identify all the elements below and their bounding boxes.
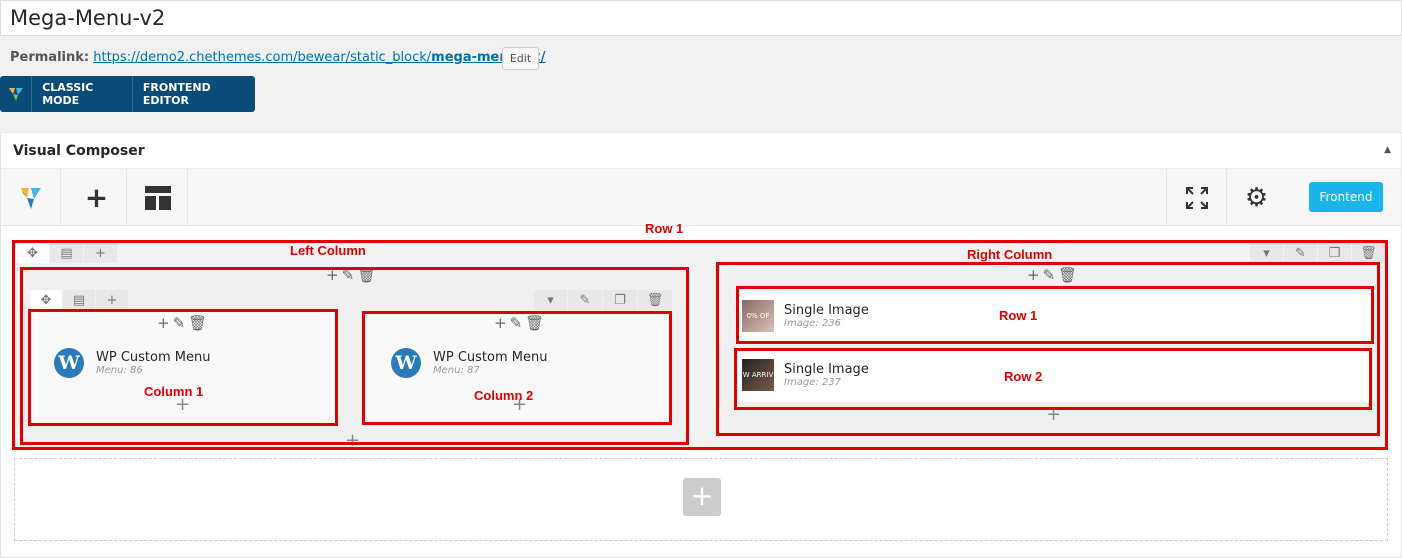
annotation-box-column-1 (28, 309, 338, 426)
frontend-editor-button[interactable]: FRONTEND EDITOR (131, 76, 255, 112)
collapse-arrow-icon[interactable]: ▲ (1384, 145, 1391, 155)
annotation-box-right-row-2 (734, 348, 1372, 410)
fullscreen-icon (1185, 186, 1208, 209)
vc-logo-icon (0, 76, 31, 112)
annotation-box-right-row-1 (736, 286, 1374, 344)
settings-button[interactable]: ⚙ (1226, 169, 1286, 226)
gear-icon: ⚙ (1244, 182, 1269, 213)
annotation-label-left-column: Left Column (290, 243, 366, 258)
post-title-input[interactable]: Mega-Menu-v2 (0, 0, 1402, 36)
classic-mode-button[interactable]: CLASSIC MODE (31, 76, 132, 112)
permalink-link[interactable]: https://demo2.chethemes.com/bewear/stati… (93, 50, 545, 65)
vc-panel-title: Visual Composer (13, 143, 145, 159)
annotation-label-right-column: Right Column (967, 247, 1053, 262)
permalink-label: Permalink: (10, 50, 90, 65)
annotation-box-column-2 (362, 311, 672, 425)
permalink-row: Permalink: https://demo2.chethemes.com/b… (10, 50, 546, 65)
annotation-label-column-1: Column 1 (144, 384, 204, 399)
annotation-label-right-row-2: Row 2 (1004, 369, 1043, 384)
layout-icon (144, 185, 171, 210)
annotation-label-right-row-1: Row 1 (999, 308, 1038, 323)
add-element-plus-button[interactable]: + (683, 478, 721, 516)
fullscreen-button[interactable] (1166, 169, 1226, 226)
vc-mode-bar: CLASSIC MODE FRONTEND EDITOR (0, 76, 255, 112)
templates-button[interactable] (128, 169, 188, 226)
edit-permalink-button[interactable]: Edit (502, 47, 539, 70)
plus-icon: + (84, 181, 109, 214)
add-element-button[interactable]: + (67, 169, 127, 226)
vc-panel-header: Visual Composer ▲ (1, 133, 1401, 169)
vc-logo-button[interactable] (1, 169, 61, 226)
frontend-button[interactable]: Frontend (1309, 182, 1383, 212)
vc-toolbar: + ⚙ Frontend (1, 169, 1401, 226)
annotation-label-column-2: Column 2 (474, 388, 534, 403)
annotation-label-row-1: Row 1 (645, 221, 684, 236)
